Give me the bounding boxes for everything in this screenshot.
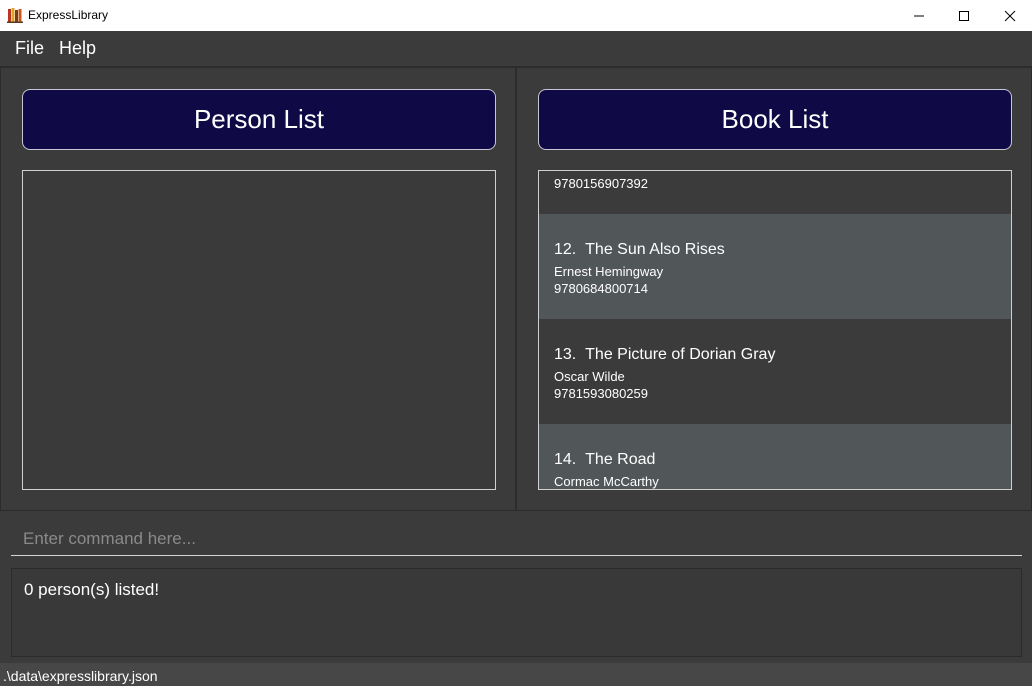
menu-file[interactable]: File (15, 38, 44, 59)
title-bar: ExpressLibrary (0, 0, 1032, 31)
book-list-header: Book List (538, 89, 1012, 150)
books-icon (7, 8, 23, 23)
book-list-view[interactable]: 9780156907392 12. The Sun Also Rises Ern… (538, 170, 1012, 490)
book-list-pane: Book List 9780156907392 12. The Sun Also… (516, 67, 1032, 511)
book-isbn: 9781593080259 (554, 386, 648, 401)
result-display: 0 person(s) listed! (11, 568, 1022, 657)
minimize-button[interactable] (896, 0, 942, 31)
book-title: 12. The Sun Also Rises (554, 241, 725, 258)
command-input[interactable] (11, 523, 1022, 556)
close-button[interactable] (987, 0, 1032, 31)
person-list-pane: Person List (0, 67, 516, 511)
save-file-path: .\data\expresslibrary.json (3, 668, 158, 684)
book-author: Oscar Wilde (554, 369, 625, 384)
maximize-button[interactable] (941, 0, 987, 31)
menu-bar: File Help (0, 31, 1032, 67)
book-author: Cormac McCarthy (554, 474, 659, 489)
maximize-icon (959, 10, 969, 21)
command-area (0, 511, 1032, 567)
result-message: 0 person(s) listed! (24, 580, 160, 599)
minimize-icon (914, 15, 924, 16)
main-area: Person List Book List 9780156907392 12. … (0, 67, 1032, 511)
person-list-header: Person List (22, 89, 496, 150)
close-icon (1004, 10, 1016, 21)
window-title: ExpressLibrary (28, 8, 109, 22)
book-card[interactable]: 14. The Road Cormac McCarthy (539, 424, 1011, 489)
person-list-view[interactable] (22, 170, 496, 490)
book-card-partial[interactable]: 9780156907392 (539, 171, 1011, 214)
status-bar: .\data\expresslibrary.json (0, 663, 1032, 686)
book-author: Ernest Hemingway (554, 264, 664, 279)
book-card[interactable]: 12. The Sun Also Rises Ernest Hemingway … (539, 214, 1011, 319)
book-isbn: 9780684800714 (554, 281, 648, 296)
menu-help[interactable]: Help (59, 38, 96, 59)
book-isbn: 9780156907392 (554, 176, 648, 191)
book-card[interactable]: 13. The Picture of Dorian Gray Oscar Wil… (539, 319, 1011, 424)
book-title: 13. The Picture of Dorian Gray (554, 346, 776, 363)
book-title: 14. The Road (554, 451, 656, 468)
